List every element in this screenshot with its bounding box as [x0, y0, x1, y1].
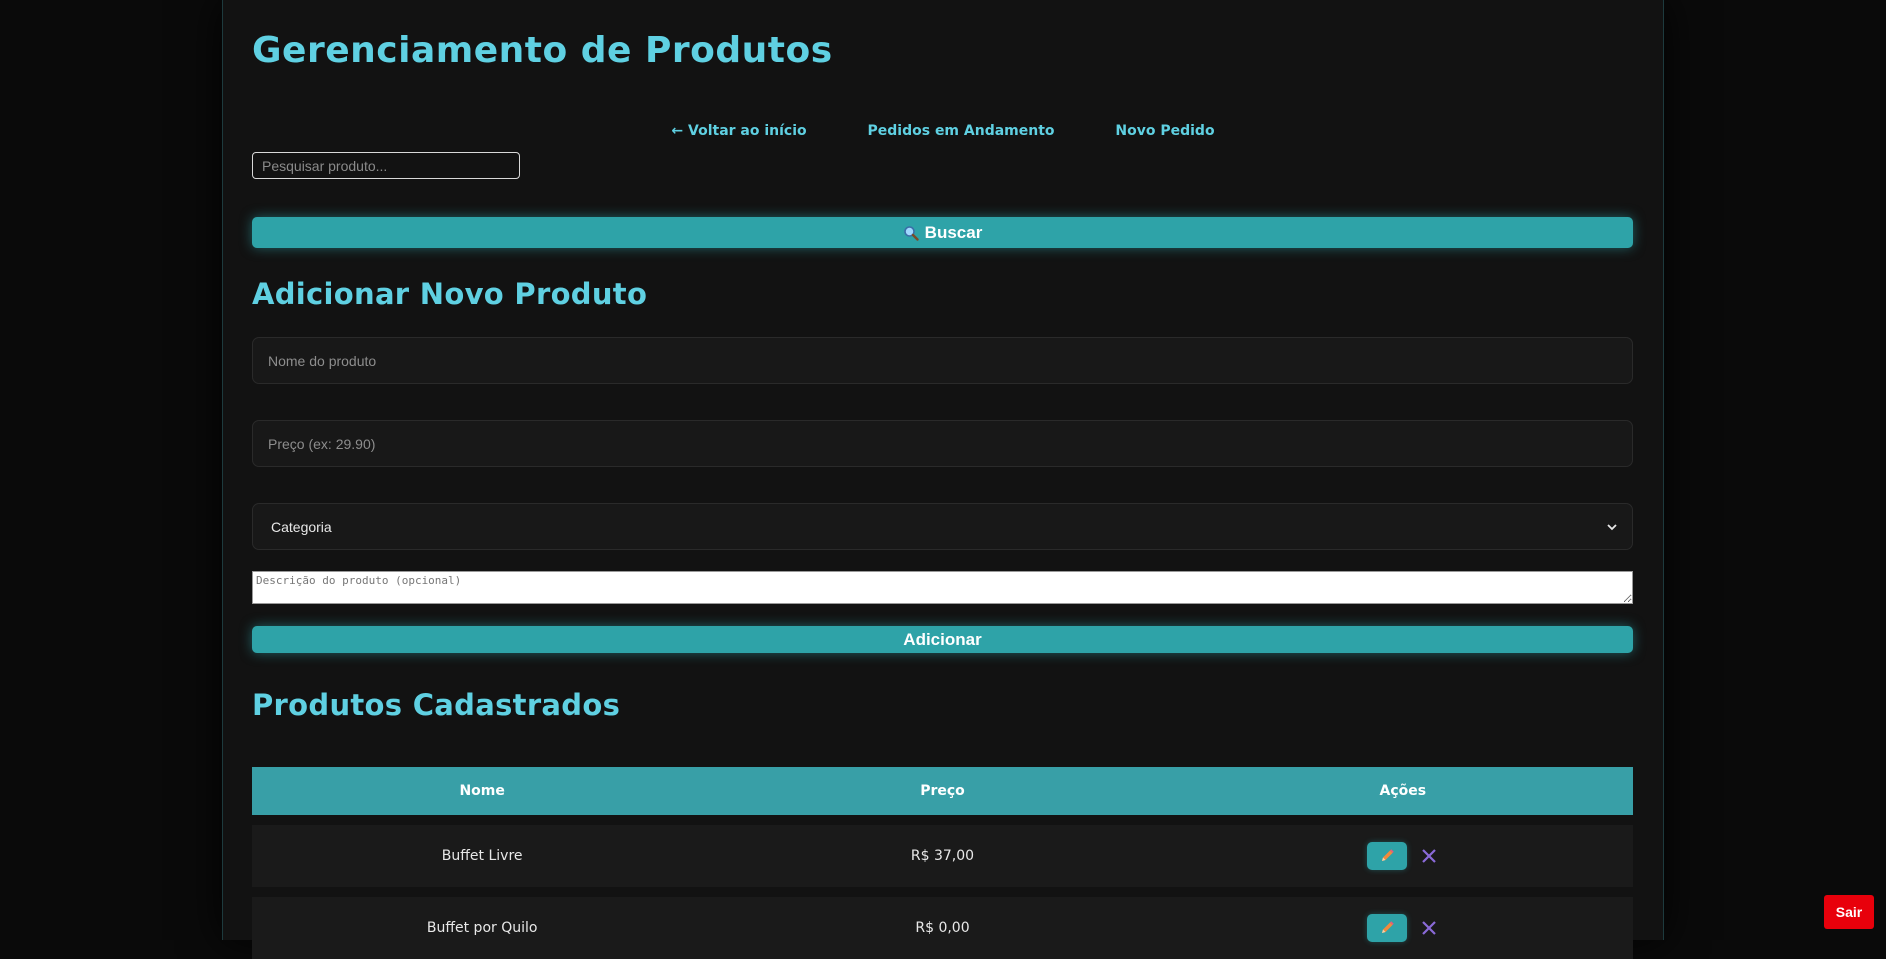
product-name-field[interactable]	[252, 337, 1633, 384]
pencil-icon	[1379, 920, 1395, 936]
nav-orders-link[interactable]: Pedidos em Andamento	[868, 123, 1055, 139]
search-input[interactable]	[252, 152, 520, 179]
page-title: Gerenciamento de Produtos	[252, 30, 833, 71]
nav-back-link[interactable]: ← Voltar ao início	[671, 123, 806, 139]
product-name-cell: Buffet Livre	[441, 848, 523, 864]
logout-button[interactable]: Sair	[1824, 895, 1874, 929]
top-nav: ← Voltar ao início Pedidos em Andamento …	[223, 123, 1663, 139]
nav-new-order-link[interactable]: Novo Pedido	[1115, 123, 1214, 139]
main-container: Gerenciamento de Produtos ← Voltar ao in…	[222, 0, 1664, 959]
delete-button[interactable]	[1419, 918, 1439, 938]
product-price-field[interactable]	[252, 420, 1633, 467]
magnifier-icon	[903, 225, 919, 241]
add-product-button[interactable]: Adicionar	[252, 626, 1633, 653]
delete-button[interactable]	[1419, 846, 1439, 866]
product-description-field[interactable]	[252, 571, 1633, 604]
product-price-cell: R$ 0,00	[915, 920, 970, 936]
pencil-icon	[1379, 848, 1395, 864]
category-select[interactable]: Categoria	[252, 503, 1633, 550]
x-icon	[1420, 919, 1438, 937]
column-header-price: Preço	[920, 783, 965, 799]
edit-button[interactable]	[1366, 842, 1407, 870]
x-icon	[1420, 847, 1438, 865]
column-header-actions: Ações	[1379, 783, 1427, 799]
search-button-label: Buscar	[924, 222, 983, 242]
column-header-name: Nome	[459, 783, 505, 799]
table-row: Buffet Livre R$ 37,00	[252, 825, 1633, 887]
chevron-down-icon	[1607, 523, 1617, 531]
edit-button[interactable]	[1366, 914, 1407, 942]
table-row: Buffet por Quilo R$ 0,00	[252, 897, 1633, 959]
actions-cell	[1173, 914, 1633, 942]
product-price-cell: R$ 37,00	[910, 848, 975, 864]
search-button[interactable]: Buscar	[252, 217, 1633, 248]
products-table-header: Nome Preço Ações	[252, 767, 1633, 815]
product-name-cell: Buffet por Quilo	[426, 920, 538, 936]
add-product-heading: Adicionar Novo Produto	[252, 277, 648, 311]
category-select-value: Categoria	[271, 518, 332, 535]
products-heading: Produtos Cadastrados	[252, 688, 621, 722]
actions-cell	[1173, 842, 1633, 870]
